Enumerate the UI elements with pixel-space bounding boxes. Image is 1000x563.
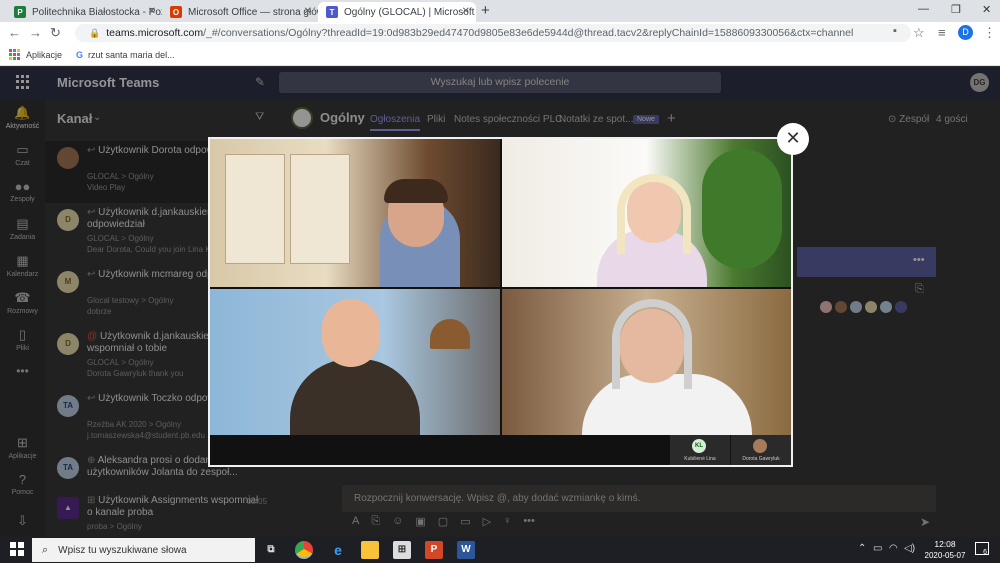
browser-tab[interactable]: P Politechnika Białostocka - Pozost ✕ bbox=[6, 2, 162, 22]
close-icon[interactable]: ✕ bbox=[777, 123, 809, 155]
url-path: /_#/conversations/Ogólny?threadId=19:0d9… bbox=[203, 27, 854, 39]
person-hair bbox=[612, 299, 692, 389]
reload-icon[interactable]: ↻ bbox=[50, 25, 61, 41]
screen-panel bbox=[225, 154, 285, 264]
edge-icon[interactable]: e bbox=[329, 541, 347, 559]
close-tab-icon[interactable]: ✕ bbox=[304, 6, 312, 17]
avatar bbox=[753, 439, 767, 453]
star-icon[interactable]: ☆ bbox=[913, 25, 925, 41]
tray-chevron-icon[interactable]: ⌃ bbox=[858, 543, 866, 554]
camera-icon[interactable]: ▪ bbox=[893, 25, 897, 37]
clock-time[interactable]: 12:08 bbox=[928, 539, 962, 549]
plant bbox=[702, 149, 782, 269]
profile-avatar[interactable]: D bbox=[958, 25, 973, 40]
address-bar-row: ← → ↻ 🔒 teams.microsoft.com/_#/conversat… bbox=[0, 22, 1000, 44]
lamp bbox=[430, 319, 470, 349]
clock-date[interactable]: 2020-05-07 bbox=[920, 551, 970, 560]
close-tab-icon[interactable]: ✕ bbox=[148, 6, 156, 17]
new-tab-icon[interactable]: + bbox=[481, 2, 490, 19]
store-icon[interactable]: ⊞ bbox=[393, 541, 411, 559]
teams-favicon-icon: T bbox=[326, 6, 338, 18]
forward-icon[interactable]: → bbox=[29, 25, 42, 40]
volume-icon[interactable]: ◁) bbox=[904, 543, 915, 554]
video-tile-1[interactable] bbox=[210, 139, 500, 287]
windows-taskbar: ⌕ Wpisz tu wyszukiwane słowa ⧉ e ⊞ P W ⌃… bbox=[0, 537, 1000, 563]
windows-start-icon[interactable] bbox=[10, 542, 24, 556]
tab-title: Ogólny (GLOCAL) | Microsoft bbox=[344, 6, 475, 18]
battery-icon[interactable]: ▭ bbox=[873, 543, 882, 554]
bookmarks-bar: Aplikacje G rzut santa maria del... bbox=[0, 44, 1000, 66]
chrome-icon[interactable] bbox=[295, 541, 313, 559]
close-tab-icon[interactable]: ✕ bbox=[462, 6, 470, 17]
office-favicon-icon: O bbox=[170, 6, 182, 18]
notification-icon[interactable]: 6 bbox=[975, 542, 989, 556]
participant-name: Dorota Gawryluk bbox=[742, 456, 780, 462]
close-window-icon[interactable]: ✕ bbox=[982, 3, 991, 16]
apps-grid-icon[interactable] bbox=[9, 49, 20, 60]
browser-tab[interactable]: O Microsoft Office — strona główn ✕ bbox=[162, 2, 318, 22]
url-host: teams.microsoft.com bbox=[106, 27, 204, 39]
minimize-icon[interactable]: — bbox=[918, 3, 929, 15]
search-icon: ⌕ bbox=[42, 543, 49, 556]
video-tile-4[interactable] bbox=[502, 289, 791, 435]
taskbar-search-input[interactable]: ⌕ Wpisz tu wyszukiwane słowa bbox=[32, 538, 255, 562]
file-explorer-icon[interactable] bbox=[361, 541, 379, 559]
maximize-icon[interactable]: ❐ bbox=[951, 3, 961, 16]
url-field[interactable]: 🔒 teams.microsoft.com/_#/conversations/O… bbox=[75, 24, 911, 42]
person-hair bbox=[617, 174, 691, 254]
lock-icon: 🔒 bbox=[89, 27, 101, 38]
taskbar-search-placeholder: Wpisz tu wyszukiwane słowa bbox=[58, 544, 187, 556]
menu-icon[interactable]: ⋮ bbox=[983, 25, 996, 41]
screen-panel bbox=[290, 154, 350, 264]
tab-title: Politechnika Białostocka - Pozost bbox=[32, 6, 162, 18]
browser-tab-bar: P Politechnika Białostocka - Pozost ✕ O … bbox=[0, 0, 1000, 22]
powerpoint-icon[interactable]: P bbox=[425, 541, 443, 559]
avatar: KL bbox=[692, 439, 706, 453]
person-hair bbox=[384, 179, 448, 203]
participant-name: Kubilienė Lina bbox=[684, 456, 716, 462]
tab-title: Microsoft Office — strona główn bbox=[188, 6, 318, 18]
video-tile-3[interactable] bbox=[210, 289, 500, 435]
media-icon[interactable]: ≡ bbox=[938, 25, 946, 40]
bookmark-item[interactable]: rzut santa maria del... bbox=[88, 50, 175, 60]
video-tile-2[interactable] bbox=[502, 139, 791, 287]
person-shoulders bbox=[290, 359, 420, 435]
back-icon[interactable]: ← bbox=[8, 25, 21, 40]
task-view-icon[interactable]: ⧉ bbox=[262, 541, 280, 559]
video-call-window: KL Kubilienė Lina Dorota Gawryluk bbox=[208, 137, 793, 467]
bookmark-apps[interactable]: Aplikacje bbox=[26, 50, 62, 60]
pb-favicon-icon: P bbox=[14, 6, 26, 18]
google-icon: G bbox=[76, 49, 84, 60]
participant-thumb[interactable]: KL Kubilienė Lina bbox=[670, 435, 730, 465]
network-icon[interactable]: ◠ bbox=[889, 543, 898, 554]
person-face bbox=[322, 299, 380, 367]
participant-thumb[interactable]: Dorota Gawryluk bbox=[731, 435, 791, 465]
word-icon[interactable]: W bbox=[457, 541, 475, 559]
browser-tab-active[interactable]: T Ogólny (GLOCAL) | Microsoft ✕ bbox=[318, 2, 476, 22]
